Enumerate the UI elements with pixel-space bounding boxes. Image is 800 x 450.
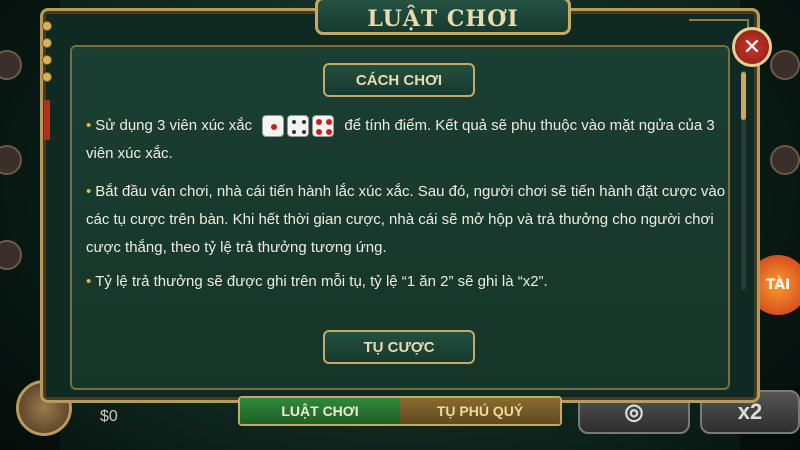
- section-heading-label: CÁCH CHƠI: [355, 71, 443, 89]
- close-button[interactable]: ✕: [732, 27, 772, 67]
- bullet-icon: •: [86, 117, 92, 134]
- avatar[interactable]: [0, 50, 22, 80]
- section-heading-how-to-play: CÁCH CHƠI: [323, 63, 475, 97]
- avatar[interactable]: [770, 50, 800, 80]
- player-balance: $0: [100, 408, 118, 425]
- tab-label: TỤ PHÚ QUÝ: [436, 403, 524, 419]
- tab-rules[interactable]: LUẬT CHƠI: [240, 398, 400, 424]
- bullet-icon: •: [86, 183, 92, 200]
- bullet-icon: •: [86, 273, 92, 290]
- rule-paragraph-3: • Tỷ lệ trả thưởng sẽ được ghi trên mỗi t…: [86, 268, 726, 296]
- avatar[interactable]: [770, 145, 800, 175]
- tab-label: LUẬT CHƠI: [281, 403, 359, 419]
- dice-icon: [262, 115, 335, 138]
- paragraph-text: Tỷ lệ trả thưởng sẽ được ghi trên mỗi tụ…: [95, 273, 548, 290]
- close-icon: ✕: [742, 34, 762, 60]
- die-four-icon: [312, 115, 335, 138]
- avatar[interactable]: [0, 240, 22, 270]
- tassel-ornament: [44, 100, 50, 140]
- dialog-title: LUẬT CHƠI: [367, 6, 519, 32]
- bead-ornament: [42, 14, 52, 89]
- die-four-icon: [287, 115, 310, 138]
- avatar[interactable]: [0, 145, 22, 175]
- scrollbar-thumb[interactable]: [741, 72, 746, 120]
- section-heading-bet-areas: TỤ CƯỢC: [323, 330, 475, 364]
- rule-paragraph-2: • Bắt đầu ván chơi, nhà cái tiến hành lắc…: [86, 178, 726, 262]
- badge-label: TÀI: [765, 277, 791, 293]
- paragraph-text: Sử dụng 3 viên xúc xắc: [95, 117, 253, 134]
- section-heading-label: TỤ CƯỢC: [363, 338, 435, 356]
- tab-jackpot[interactable]: TỤ PHÚ QUÝ: [400, 398, 560, 424]
- rule-paragraph-1: • Sử dụng 3 viên xúc xắc để tính điểm. Kế…: [86, 112, 726, 168]
- dialog-tabs: LUẬT CHƠI TỤ PHÚ QUÝ: [238, 396, 562, 426]
- dialog-title-tab: LUẬT CHƠI: [315, 0, 571, 35]
- die-one-icon: [262, 115, 285, 138]
- paragraph-text: Bắt đầu ván chơi, nhà cái tiến hành lắc …: [86, 183, 726, 256]
